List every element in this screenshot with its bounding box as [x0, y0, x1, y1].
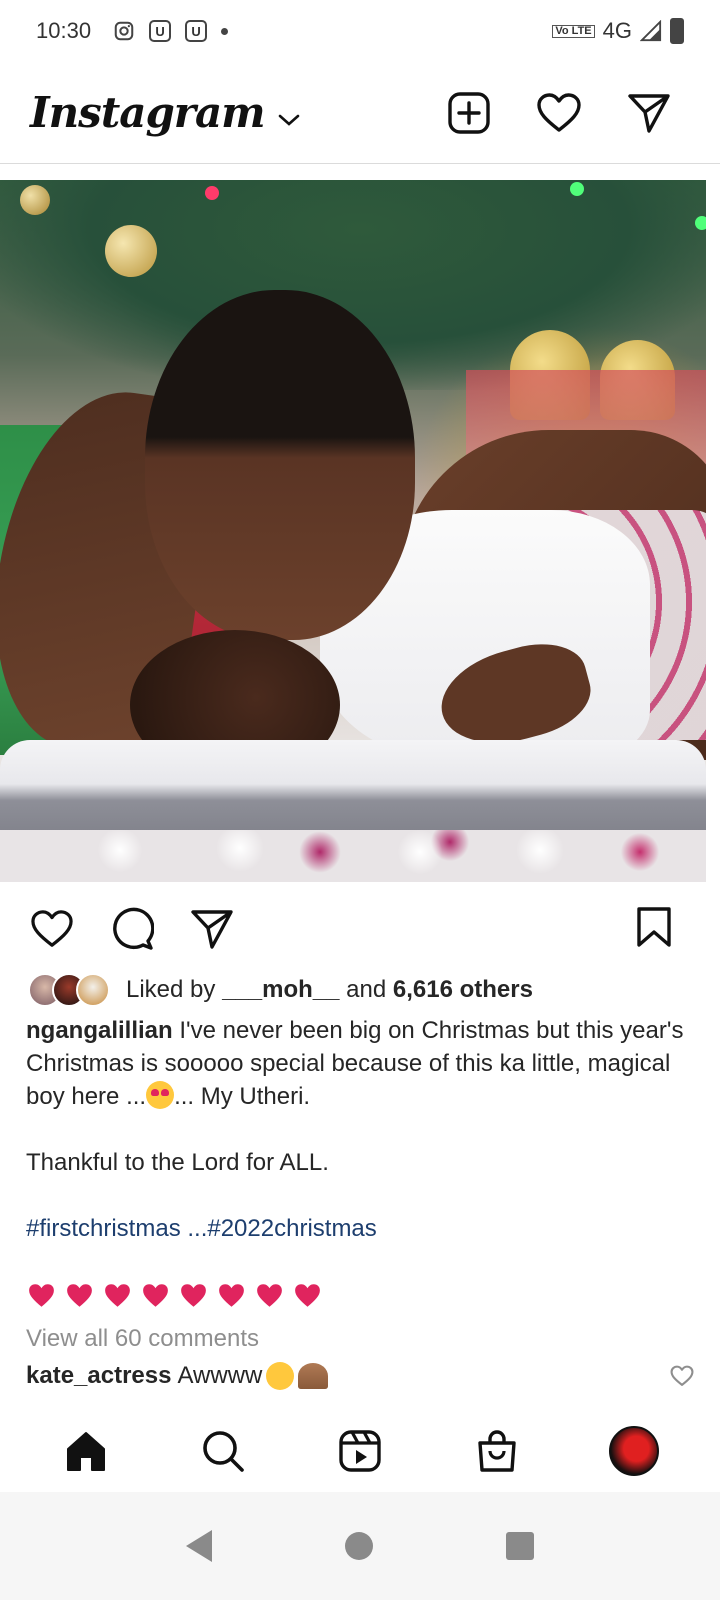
red-heart-icon — [143, 1284, 168, 1307]
liker-username[interactable]: ___moh__ — [222, 976, 339, 1004]
caption-text-end: ... My Utheri. — [174, 1083, 311, 1110]
instagram-icon — [114, 21, 134, 41]
nav-home[interactable] — [54, 1419, 118, 1483]
profile-avatar — [608, 1426, 659, 1476]
liker-avatars — [28, 973, 110, 1007]
red-heart-icon — [295, 1284, 320, 1307]
like-heart-icon[interactable] — [30, 909, 74, 949]
instagram-logo[interactable]: Instagram — [30, 88, 266, 137]
post-image[interactable] — [0, 180, 706, 882]
nav-profile[interactable] — [602, 1419, 666, 1483]
avatar — [76, 973, 110, 1007]
tree-light — [570, 182, 584, 196]
ornament — [105, 225, 157, 277]
recents-icon[interactable] — [505, 1532, 534, 1560]
direct-messages-button[interactable] — [626, 90, 672, 136]
comment-username[interactable]: kate_actress — [26, 1362, 171, 1390]
caption-username[interactable]: ngangalillian — [26, 1017, 173, 1044]
notification-icons: U U — [113, 20, 229, 42]
nav-search[interactable] — [191, 1419, 255, 1483]
share-icon[interactable] — [190, 908, 234, 950]
red-heart-icon — [67, 1284, 92, 1307]
likes-row[interactable]: Liked by ___moh__ and 6,616 others — [28, 970, 533, 1010]
activity-button[interactable] — [536, 90, 582, 136]
tree-light — [205, 186, 219, 200]
nav-reels[interactable] — [328, 1419, 392, 1483]
post-actions — [0, 898, 720, 960]
red-heart-icon — [181, 1284, 206, 1307]
comment-like-heart-icon[interactable] — [670, 1365, 694, 1387]
chevron-down-icon[interactable] — [277, 112, 301, 128]
status-bar: 10:30 U U Vo LTE 4G — [0, 0, 720, 62]
u-app-icon: U — [149, 20, 172, 42]
status-time: 10:30 — [36, 18, 92, 43]
post-caption: ngangalillian I've never been big on Chr… — [26, 1014, 686, 1245]
shopping-bag-icon — [478, 1430, 516, 1472]
comment-text: Awwww — [177, 1362, 263, 1389]
nav-shop[interactable] — [465, 1419, 529, 1483]
heart-emoji-row — [28, 1282, 321, 1309]
reels-icon — [339, 1430, 381, 1472]
search-icon — [203, 1431, 244, 1472]
home-circle-icon[interactable] — [344, 1532, 373, 1560]
battery-icon — [670, 18, 684, 44]
comment-icon[interactable] — [110, 907, 154, 951]
pleading-face-emoji-icon — [266, 1362, 295, 1390]
signal-icon — [640, 20, 662, 42]
heart-icon — [537, 92, 581, 132]
back-icon[interactable] — [186, 1530, 213, 1562]
dot-icon — [221, 27, 229, 35]
caption-hashtags[interactable]: #firstchristmas ...#2022christmas — [26, 1212, 686, 1245]
red-heart-icon — [105, 1284, 130, 1307]
heart-eyes-emoji-icon — [146, 1081, 175, 1109]
mother-head — [145, 290, 415, 640]
paper-plane-icon — [628, 93, 670, 133]
caption-line: Thankful to the Lord for ALL. — [26, 1149, 329, 1176]
new-post-button[interactable] — [446, 90, 492, 136]
liked-by-label: Liked by — [126, 976, 216, 1003]
bottom-nav — [0, 1412, 720, 1490]
red-heart-icon — [219, 1284, 244, 1307]
likes-and: and — [346, 976, 387, 1003]
bookmark-icon[interactable] — [636, 906, 672, 948]
volte-badge: Vo LTE — [552, 24, 595, 38]
status-right: Vo LTE 4G — [552, 18, 684, 44]
view-all-comments-link[interactable]: View all 60 comments — [26, 1325, 259, 1353]
red-heart-icon — [29, 1284, 54, 1307]
plus-square-icon — [448, 91, 490, 134]
system-nav-bar — [0, 1492, 720, 1600]
praying-hands-emoji-icon — [298, 1363, 329, 1389]
home-icon — [67, 1432, 106, 1471]
app-header: Instagram — [0, 62, 720, 164]
likes-count[interactable]: 6,616 others — [393, 976, 533, 1004]
u-app-icon: U — [185, 20, 208, 42]
red-heart-icon — [257, 1284, 282, 1307]
tree-light — [695, 216, 706, 230]
flowers — [0, 830, 706, 882]
network-type: 4G — [602, 18, 632, 43]
ornament — [20, 185, 50, 215]
comment-row: kate_actress Awwww — [26, 1362, 694, 1390]
